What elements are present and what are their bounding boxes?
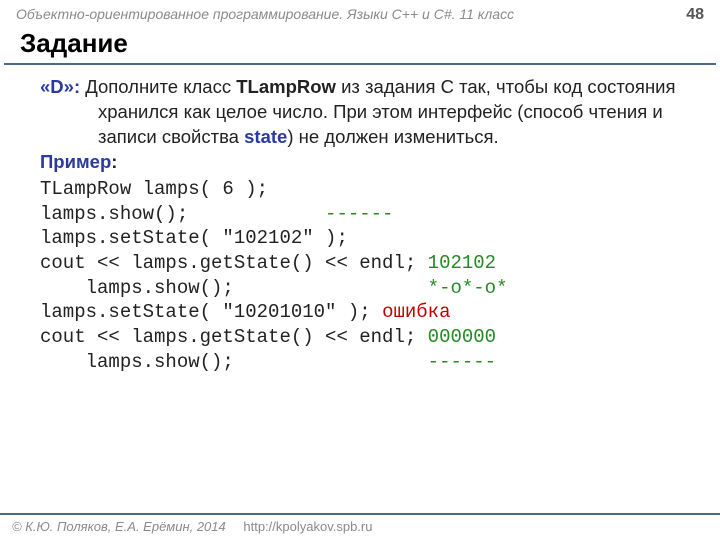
task-text-1: Дополните класс	[80, 76, 236, 97]
code-line-2: lamps.show();	[40, 203, 325, 225]
page-number: 48	[686, 6, 704, 24]
code-out-5: *-o*-o*	[428, 277, 508, 299]
example-label-row: Пример:	[40, 150, 696, 175]
content: «D»: Дополните класс TLampRow из задания…	[0, 65, 720, 374]
subject-text: Объектно-ориентированное программировани…	[16, 6, 514, 22]
code-out-7: 000000	[428, 326, 496, 348]
code-err-6: ошибка	[382, 301, 450, 323]
code-line-5: lamps.show();	[40, 277, 428, 299]
code-out-4: 102102	[428, 252, 496, 274]
code-line-7: cout << lamps.getState() << endl;	[40, 326, 428, 348]
task-label: «D»:	[40, 76, 80, 97]
code-out-8: ------	[428, 351, 496, 373]
task-state-word: state	[244, 126, 287, 147]
code-line-4: cout << lamps.getState() << endl;	[40, 252, 428, 274]
footer-copyright: © К.Ю. Поляков, Е.А. Ерёмин, 2014	[12, 519, 226, 534]
task-text-3: ) не должен измениться.	[287, 126, 498, 147]
task-paragraph: «D»: Дополните класс TLampRow из задания…	[40, 75, 696, 150]
code-block: TLampRow lamps( 6 ); lamps.show(); -----…	[40, 177, 696, 375]
code-line-8: lamps.show();	[40, 351, 428, 373]
code-line-6: lamps.setState( "10201010" );	[40, 301, 382, 323]
example-label: Пример	[40, 151, 111, 172]
code-out-2: ------	[325, 203, 393, 225]
code-line-1: TLampRow lamps( 6 );	[40, 178, 268, 200]
code-line-3: lamps.setState( "102102" );	[40, 227, 348, 249]
header-bar: Объектно-ориентированное программировани…	[0, 0, 720, 26]
footer: © К.Ю. Поляков, Е.А. Ерёмин, 2014 http:/…	[0, 513, 720, 536]
page-title: Задание	[4, 26, 716, 65]
footer-url: http://kpolyakov.spb.ru	[243, 519, 372, 534]
task-classname: TLampRow	[236, 76, 336, 97]
